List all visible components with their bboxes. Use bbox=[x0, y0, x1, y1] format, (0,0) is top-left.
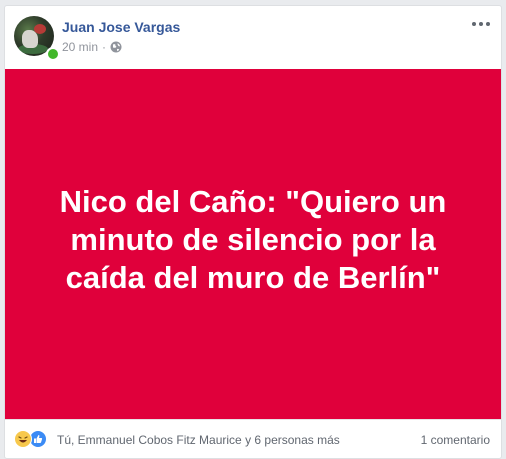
author-name[interactable]: Juan Jose Vargas bbox=[62, 19, 180, 35]
haha-reaction-icon bbox=[14, 430, 32, 448]
reactors-list[interactable]: Tú, Emmanuel Cobos Fitz Maurice y 6 pers… bbox=[57, 433, 340, 447]
post-content[interactable]: Nico del Caño: "Quiero un minuto de sile… bbox=[5, 69, 501, 419]
post-header: Juan Jose Vargas 20 min · bbox=[5, 6, 501, 69]
post-card: Juan Jose Vargas 20 min · Nico del Caño:… bbox=[4, 5, 502, 459]
post-headline: Nico del Caño: "Quiero un minuto de sile… bbox=[59, 184, 447, 295]
comments-count[interactable]: 1 comentario bbox=[421, 433, 490, 447]
post-meta: 20 min · bbox=[62, 40, 122, 54]
globe-icon[interactable] bbox=[110, 41, 122, 53]
post-footer: Tú, Emmanuel Cobos Fitz Maurice y 6 pers… bbox=[5, 419, 501, 458]
online-status-icon bbox=[46, 47, 60, 61]
meta-separator: · bbox=[102, 40, 107, 54]
reaction-icons[interactable] bbox=[14, 430, 47, 448]
more-options-icon[interactable] bbox=[470, 16, 492, 32]
post-timestamp[interactable]: 20 min bbox=[62, 40, 98, 54]
